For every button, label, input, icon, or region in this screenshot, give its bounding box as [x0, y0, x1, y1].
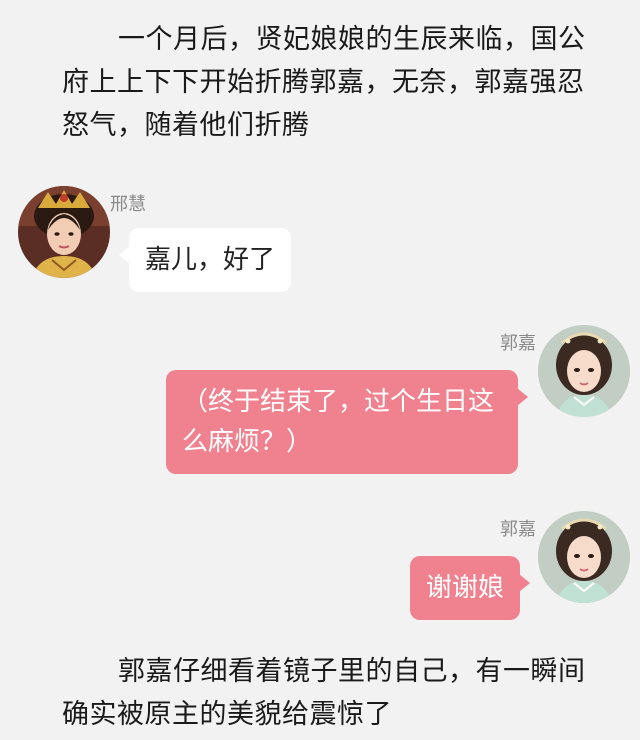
chat-story-page: 一个月后，贤妃娘娘的生辰来临，国公府上上下下开始折腾郭嘉，无奈，郭嘉强忍怒气，随… — [0, 0, 640, 740]
message-bubble[interactable]: 嘉儿，好了 — [119, 228, 292, 292]
bubble-tail — [517, 388, 528, 406]
speaker-name: 郭嘉 — [500, 333, 536, 354]
bubble-tail — [119, 246, 130, 264]
bubble-tail — [519, 574, 531, 592]
message-text: 嘉儿，好了 — [145, 245, 276, 275]
message-text: （终于结束了，过个生日这么麻烦？） — [182, 387, 495, 457]
avatar-xinghui-image — [18, 186, 110, 278]
message-bubble[interactable]: （终于结束了，过个生日这么麻烦？） — [166, 370, 528, 474]
message-text: 谢谢娘 — [426, 573, 505, 603]
message-bubble[interactable]: 谢谢娘 — [410, 556, 531, 620]
avatar-guojia-image — [538, 511, 630, 603]
narration-top: 一个月后，贤妃娘娘的生辰来临，国公府上上下下开始折腾郭嘉，无奈，郭嘉强忍怒气，随… — [62, 24, 586, 141]
avatar-xinghui[interactable] — [18, 186, 110, 278]
avatar-guojia[interactable] — [538, 325, 630, 417]
narration-bottom: 郭嘉仔细看着镜子里的自己，有一瞬间确实被原主的美貌给震惊了 — [62, 656, 586, 730]
avatar-guojia-image — [538, 325, 630, 417]
speaker-name: 郭嘉 — [500, 519, 536, 540]
speaker-name: 邢慧 — [110, 194, 146, 215]
avatar-guojia[interactable] — [538, 511, 630, 603]
